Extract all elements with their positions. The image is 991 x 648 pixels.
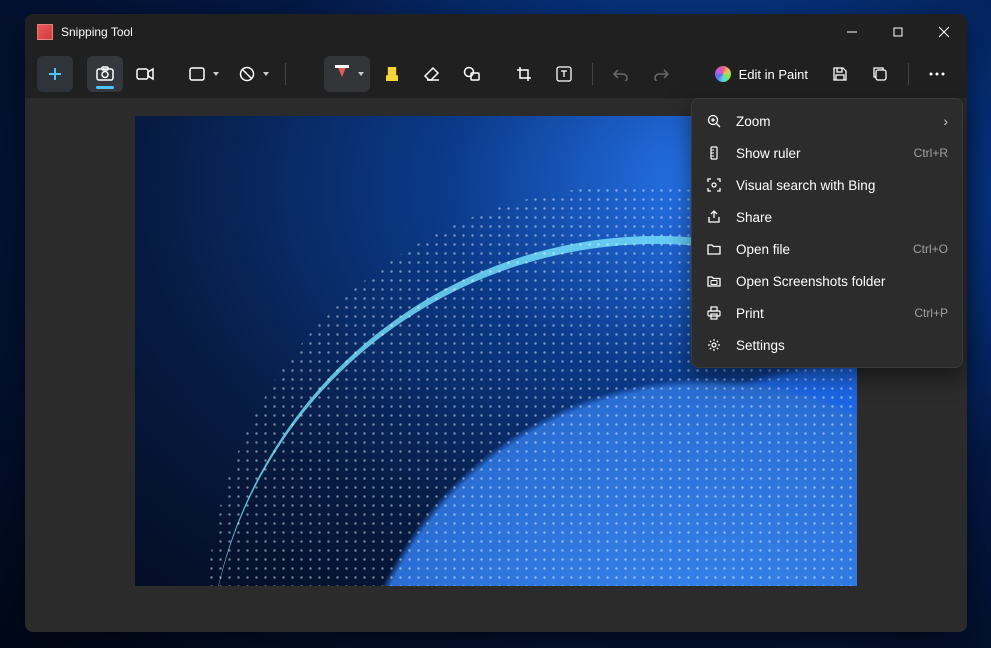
window-controls [829, 14, 967, 50]
eraser-tool-button[interactable] [414, 56, 450, 92]
settings-icon [706, 338, 722, 352]
shapes-icon [463, 66, 481, 82]
highlighter-icon [386, 67, 398, 81]
menu-label: Print [736, 306, 900, 321]
menu-item-share[interactable]: Share [692, 201, 962, 233]
save-button[interactable] [822, 56, 858, 92]
ruler-icon [706, 146, 722, 160]
snip-shape-dropdown[interactable] [179, 56, 225, 92]
menu-label: Visual search with Bing [736, 178, 948, 193]
edit-in-paint-button[interactable]: Edit in Paint [705, 56, 818, 92]
menu-item-open-screenshots-folder[interactable]: Open Screenshots folder [692, 265, 962, 297]
folder-icon [706, 274, 722, 288]
snip-mode-screenshot-button[interactable] [87, 56, 123, 92]
menu-item-show-ruler[interactable]: Show ruler Ctrl+R [692, 137, 962, 169]
print-icon [706, 306, 722, 320]
toolbar-separator [908, 63, 909, 85]
toolbar-separator [285, 63, 286, 85]
highlighter-tool-button[interactable] [374, 56, 410, 92]
eraser-icon [423, 66, 441, 82]
close-button[interactable] [921, 14, 967, 50]
titlebar: Snipping Tool [25, 14, 967, 50]
app-icon [37, 24, 53, 40]
menu-item-open-file[interactable]: Open file Ctrl+O [692, 233, 962, 265]
menu-item-zoom[interactable]: Zoom › [692, 105, 962, 137]
redo-icon [653, 67, 669, 81]
redo-button[interactable] [643, 56, 679, 92]
undo-button[interactable] [603, 56, 639, 92]
more-options-menu: Zoom › Show ruler Ctrl+R Visual search w… [691, 98, 963, 368]
chevron-right-icon: › [943, 113, 948, 129]
shapes-tool-button[interactable] [454, 56, 490, 92]
save-icon [832, 66, 848, 82]
edit-in-paint-label: Edit in Paint [739, 67, 808, 82]
menu-label: Show ruler [736, 146, 900, 161]
toolbar: Edit in Paint [25, 50, 967, 98]
undo-icon [613, 67, 629, 81]
paint-icon [715, 66, 731, 82]
share-icon [706, 210, 722, 224]
text-actions-button[interactable] [546, 56, 582, 92]
open-file-icon [706, 242, 722, 256]
pen-icon [334, 65, 350, 83]
menu-label: Share [736, 210, 948, 225]
more-icon [929, 72, 945, 76]
menu-item-visual-search[interactable]: Visual search with Bing [692, 169, 962, 201]
menu-label: Settings [736, 338, 948, 353]
menu-shortcut: Ctrl+P [914, 306, 948, 320]
snip-mode-video-button[interactable] [127, 56, 163, 92]
visual-search-icon [706, 178, 722, 192]
menu-item-print[interactable]: Print Ctrl+P [692, 297, 962, 329]
delay-dropdown[interactable] [229, 56, 275, 92]
app-title: Snipping Tool [61, 25, 133, 39]
menu-item-settings[interactable]: Settings [692, 329, 962, 361]
maximize-button[interactable] [875, 14, 921, 50]
minimize-button[interactable] [829, 14, 875, 50]
copy-button[interactable] [862, 56, 898, 92]
crop-tool-button[interactable] [506, 56, 542, 92]
menu-label: Zoom [736, 114, 929, 129]
toolbar-separator [592, 63, 593, 85]
copy-icon [872, 66, 888, 82]
crop-icon [516, 66, 532, 82]
pen-tool-button[interactable] [324, 56, 370, 92]
more-options-button[interactable] [919, 56, 955, 92]
zoom-icon [706, 114, 722, 128]
menu-shortcut: Ctrl+O [913, 242, 948, 256]
menu-label: Open Screenshots folder [736, 274, 948, 289]
text-actions-icon [556, 66, 572, 82]
new-snip-button[interactable] [37, 56, 73, 92]
menu-label: Open file [736, 242, 899, 257]
menu-shortcut: Ctrl+R [914, 146, 948, 160]
